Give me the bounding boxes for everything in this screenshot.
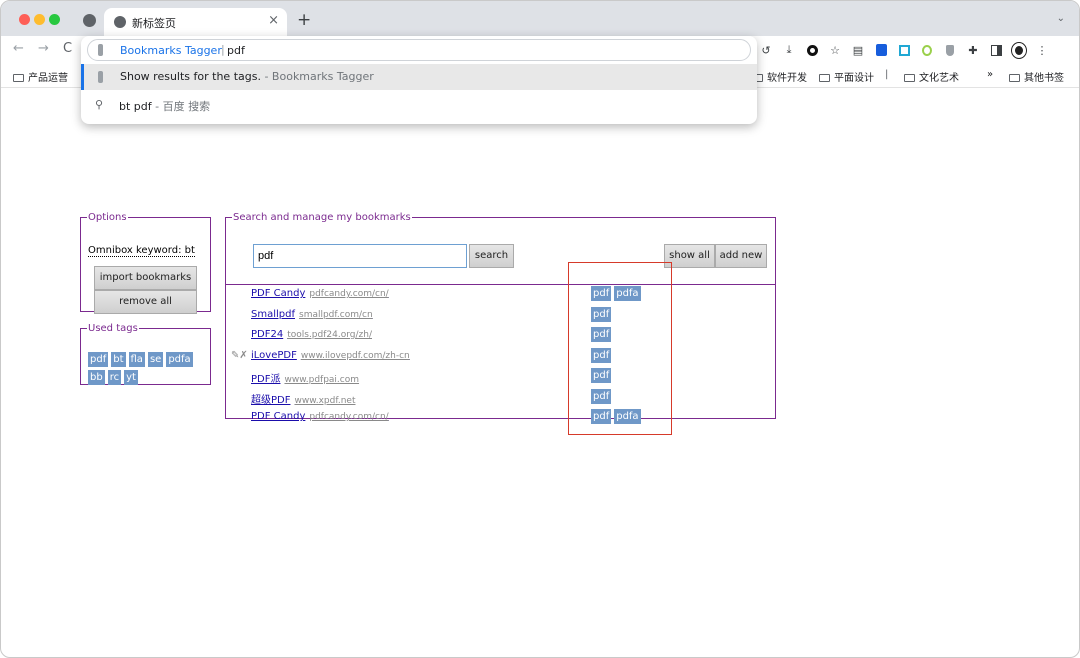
search-icon: ⚲	[95, 98, 104, 111]
used-tags-legend: Used tags	[88, 323, 138, 334]
profile-avatar-icon[interactable]	[1011, 41, 1027, 59]
bookmark-link[interactable]: iLovePDF www.ilovepdf.com/zh-cn	[251, 350, 410, 361]
folder-icon	[819, 74, 830, 82]
import-bookmarks-button[interactable]: import bookmarks	[94, 266, 197, 290]
tags-highlight-box	[568, 262, 672, 435]
circle-extension-icon[interactable]	[805, 43, 819, 57]
bookmark-folder-1[interactable]: 软件开发	[752, 69, 807, 84]
extension-icons: ↺ ⤓ ☆ ▤ ✚ ⋮	[759, 41, 1049, 59]
tag-chip[interactable]: pdfa	[166, 352, 193, 367]
omnibox-keyword: Bookmarks Tagger	[120, 44, 222, 57]
bookmark-link[interactable]: PDF Candy pdfcandy.com/cn/	[251, 288, 389, 299]
omnibox-query[interactable]: pdf	[227, 44, 245, 57]
tag-chip[interactable]: rc	[107, 370, 122, 385]
bookmark-url: www.xpdf.net	[294, 396, 356, 406]
tab-search-chevron-icon[interactable]: ⌄	[1057, 13, 1065, 24]
omnibox-input[interactable]: Bookmarks Tagger | pdf	[87, 39, 751, 61]
extension-pin-icon	[98, 44, 103, 56]
table-row: ✎✗ iLovePDF www.ilovepdf.com/zh-cn pdf	[226, 348, 775, 366]
options-legend: Options	[88, 212, 127, 223]
puzzle-icon[interactable]: ✚	[966, 43, 980, 57]
suggestion-sub: - 百度 搜索	[151, 100, 211, 113]
close-window-button[interactable]	[19, 14, 30, 25]
bookmark-folder-2[interactable]: 平面设计	[819, 69, 874, 84]
bookmark-separator: |	[885, 69, 889, 80]
divider	[226, 284, 775, 285]
tab-bar: 新标签页 × + ⌄	[1, 1, 1079, 36]
pinned-tab-globe-icon[interactable]	[83, 14, 96, 27]
remove-all-button[interactable]: remove all	[94, 290, 197, 314]
bookmark-url: smallpdf.com/cn	[299, 310, 373, 320]
new-tab-button[interactable]: +	[297, 10, 311, 30]
bookmark-link[interactable]: PDF24 tools.pdf24.org/zh/	[251, 329, 372, 340]
table-row: Smallpdf smallpdf.com/cn pdf	[226, 307, 775, 325]
table-row: 超级PDF www.xpdf.net pdf	[226, 389, 775, 407]
omnibox-separator: |	[221, 43, 225, 56]
folder-icon	[904, 74, 915, 82]
bookmark-folder-0[interactable]: 产品运营	[13, 69, 68, 84]
folder-icon	[13, 74, 24, 82]
folder-icon	[1009, 74, 1020, 82]
used-tags-panel: Used tags pdf bt fla se pdfa bb rc yt	[80, 323, 211, 385]
bookmark-link[interactable]: 超级PDF www.xpdf.net	[251, 391, 356, 406]
omnibox-dropdown: Bookmarks Tagger | pdf Show results for …	[81, 36, 757, 124]
bookmark-link[interactable]: Smallpdf smallpdf.com/cn	[251, 309, 373, 320]
save-extension-icon[interactable]	[897, 43, 911, 57]
bookmark-link[interactable]: PDF Candy pdfcandy.com/cn/	[251, 411, 389, 422]
bitwarden-icon[interactable]	[874, 43, 888, 57]
suggestion-main: Show results for the tags.	[120, 70, 261, 83]
used-tags-list: pdf bt fla se pdfa bb rc yt	[88, 352, 203, 385]
bookmark-url: pdfcandy.com/cn/	[309, 412, 389, 422]
tab-close-icon[interactable]: ×	[268, 13, 279, 28]
bookmark-url: tools.pdf24.org/zh/	[287, 330, 372, 340]
bookmark-url: www.pdfpai.com	[284, 375, 360, 385]
tab-new-tab[interactable]: 新标签页 ×	[104, 8, 287, 36]
table-row: PDF派 www.pdfpai.com pdf	[226, 368, 775, 386]
reload-button[interactable]: C	[63, 41, 72, 56]
store-extension-icon[interactable]: ▤	[851, 43, 865, 57]
search-button[interactable]: search	[469, 244, 514, 268]
tag-chip[interactable]: yt	[124, 370, 138, 385]
menu-icon[interactable]: ⋮	[1035, 43, 1049, 57]
table-row: PDF Candy pdfcandy.com/cn/ pdf pdfa	[226, 286, 775, 304]
bookmark-link[interactable]: PDF派 www.pdfpai.com	[251, 370, 359, 385]
edit-delete-icon[interactable]: ✎✗	[231, 350, 248, 361]
shield-extension-icon[interactable]	[943, 43, 957, 57]
zoom-window-button[interactable]	[49, 14, 60, 25]
side-panel-icon[interactable]	[989, 43, 1003, 57]
forward-button[interactable]: →	[38, 41, 49, 56]
refresh-extension-icon[interactable]: ↺	[759, 43, 773, 57]
manage-bookmarks-panel: Search and manage my bookmarks search sh…	[225, 212, 776, 424]
browser-window: 新标签页 × + ⌄ ← → C ↺ ⤓ ☆ ▤ ✚ ⋮ 产品运营 软件开发 平…	[0, 0, 1080, 658]
add-new-button[interactable]: add new	[715, 244, 767, 268]
star-icon[interactable]: ☆	[828, 43, 842, 57]
omnibox-suggestion-0[interactable]: Show results for the tags. - Bookmarks T…	[81, 64, 757, 90]
bookmarks-overflow-button[interactable]: »	[987, 69, 993, 80]
tag-chip[interactable]: bb	[88, 370, 105, 385]
manage-legend: Search and manage my bookmarks	[233, 212, 411, 223]
omnibox-suggestion-1[interactable]: ⚲ bt pdf - 百度 搜索	[81, 92, 757, 118]
suggestion-sub: - Bookmarks Tagger	[260, 70, 374, 83]
bookmark-folder-3[interactable]: 文化艺术	[904, 69, 959, 84]
extension-pin-icon	[98, 71, 103, 83]
bookmark-url: www.ilovepdf.com/zh-cn	[300, 351, 410, 361]
tab-title: 新标签页	[132, 17, 176, 30]
tag-chip[interactable]: fla	[128, 352, 145, 367]
tag-chip[interactable]: se	[147, 352, 164, 367]
globe-icon	[114, 16, 126, 28]
suggestion-main: bt pdf	[119, 100, 152, 113]
other-bookmarks-folder[interactable]: 其他书签	[1009, 69, 1064, 84]
table-row: PDF Candy pdfcandy.com/cn/ pdf pdfa	[226, 409, 775, 427]
omnibox-keyword-label: Omnibox keyword: bt	[88, 245, 195, 257]
tag-chip[interactable]: pdf	[88, 352, 109, 367]
leaf-extension-icon[interactable]	[920, 43, 934, 57]
back-button[interactable]: ←	[13, 41, 24, 56]
tag-chip[interactable]: bt	[111, 352, 126, 367]
download-icon[interactable]: ⤓	[782, 43, 796, 57]
minimize-window-button[interactable]	[34, 14, 45, 25]
bookmark-search-input[interactable]	[253, 244, 467, 268]
bookmark-url: pdfcandy.com/cn/	[309, 289, 389, 299]
options-panel: Options Omnibox keyword: bt import bookm…	[80, 212, 211, 314]
table-row: PDF24 tools.pdf24.org/zh/ pdf	[226, 327, 775, 345]
